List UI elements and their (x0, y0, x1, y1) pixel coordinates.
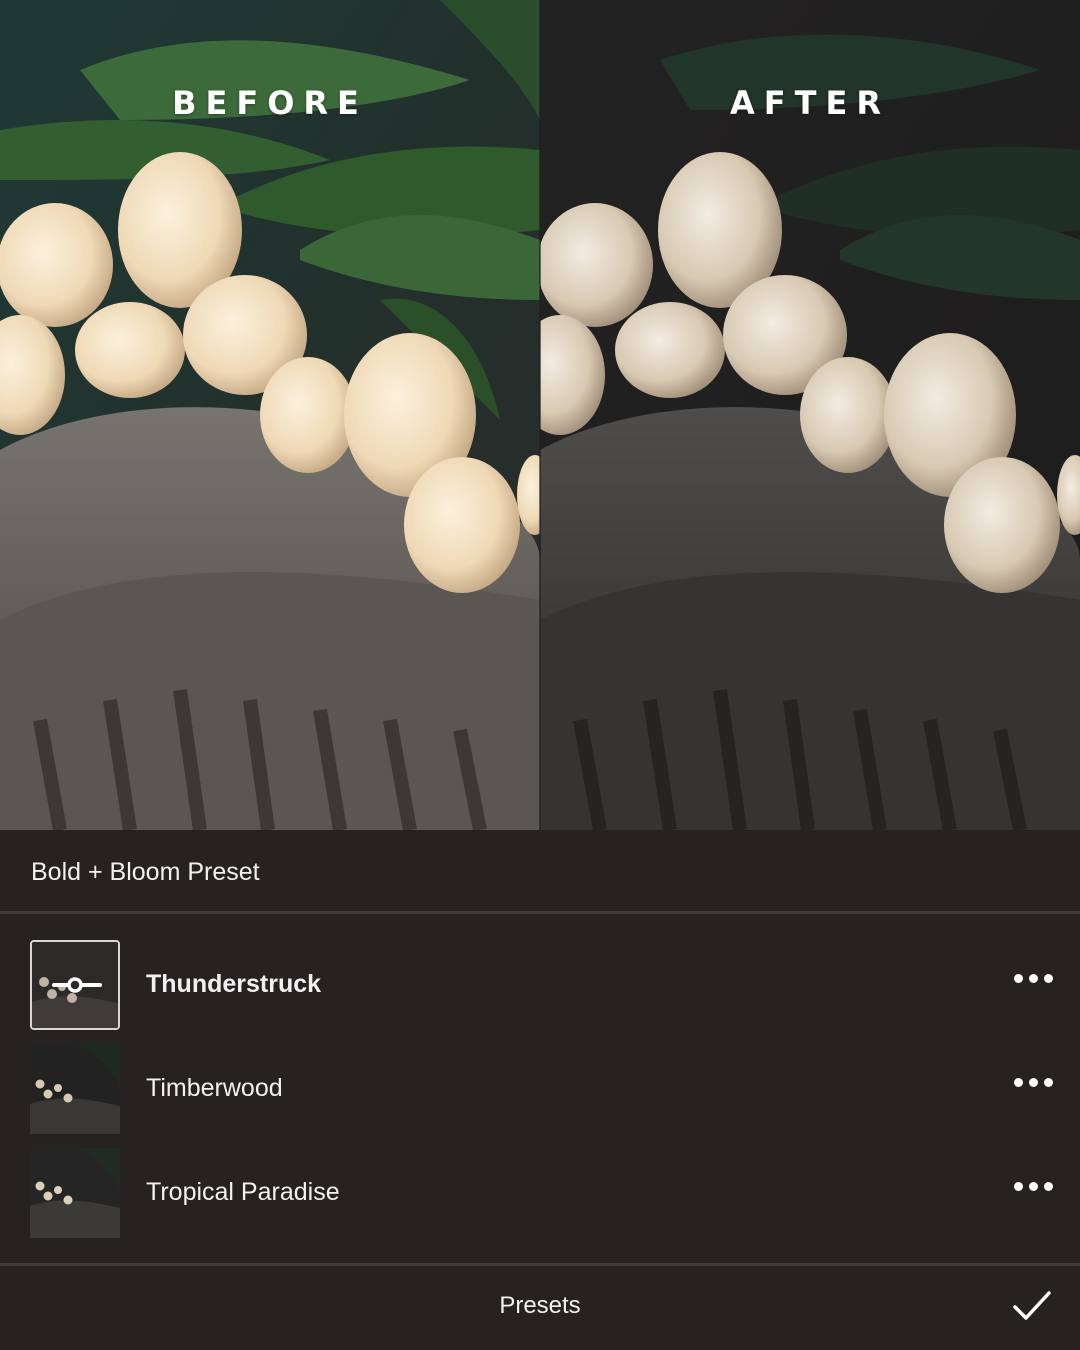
preset-item-thunderstruck[interactable]: Thunderstruck (0, 940, 1080, 1032)
preset-pack-title: Bold + Bloom Preset (31, 858, 260, 886)
preset-panel: Bold + Bloom Preset Thunderstruck Timber… (0, 830, 1080, 1350)
before-label: BEFORE (172, 84, 368, 122)
preset-name: Tropical Paradise (146, 1178, 340, 1206)
preset-item-tropical-paradise[interactable]: Tropical Paradise (0, 1148, 1080, 1240)
preset-thumbnail[interactable] (30, 1044, 120, 1134)
preset-name: Timberwood (146, 1074, 283, 1102)
after-label: AFTER (730, 84, 890, 122)
preset-thumbnail[interactable] (30, 940, 120, 1030)
thumbnail-image (30, 1148, 120, 1238)
more-options-icon[interactable] (1014, 1072, 1054, 1092)
preset-thumbnail[interactable] (30, 1148, 120, 1238)
after-photo (540, 0, 1080, 830)
before-after-comparison[interactable]: BEFORE AFTER (0, 0, 1080, 830)
preset-item-timberwood[interactable]: Timberwood (0, 1044, 1080, 1136)
checkmark-icon[interactable] (1012, 1288, 1052, 1324)
divider (0, 1263, 1080, 1266)
before-photo (0, 0, 540, 830)
presets-tab-label[interactable]: Presets (0, 1292, 1080, 1320)
after-image: AFTER (540, 0, 1080, 830)
more-options-icon[interactable] (1014, 968, 1054, 988)
adjust-slider-icon (52, 977, 102, 993)
preset-name: Thunderstruck (146, 970, 322, 998)
compare-divider[interactable] (539, 0, 541, 830)
divider (0, 911, 1080, 914)
more-options-icon[interactable] (1014, 1176, 1054, 1196)
thumbnail-image (30, 1044, 120, 1134)
before-image: BEFORE (0, 0, 540, 830)
